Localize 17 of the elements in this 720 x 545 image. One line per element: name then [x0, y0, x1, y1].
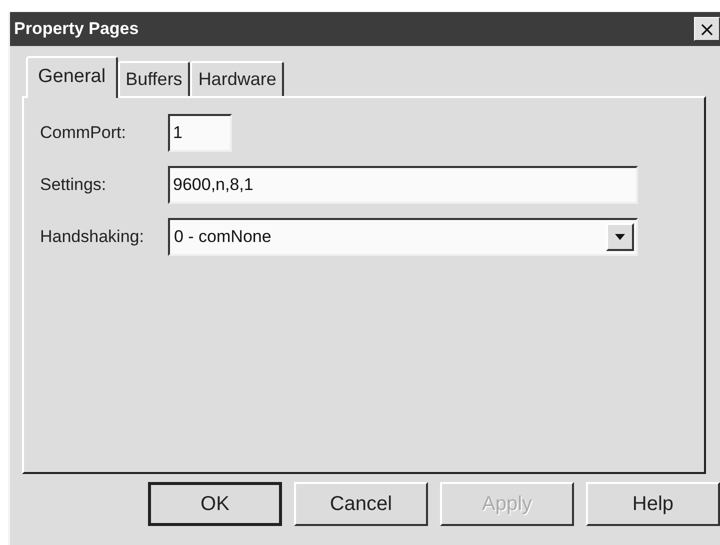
close-button[interactable]: ×: [694, 17, 720, 41]
text-field[interactable]: 1: [168, 114, 232, 152]
dialog-button[interactable]: Cancel: [294, 482, 428, 526]
field-label: Settings:: [40, 175, 108, 195]
tab[interactable]: Hardware: [190, 61, 284, 96]
tab[interactable]: Buffers: [118, 61, 190, 96]
dropdown[interactable]: 0 - comNone: [168, 218, 638, 256]
dialog-button[interactable]: OK: [148, 482, 282, 526]
dialog-button[interactable]: Help: [586, 482, 720, 526]
tab[interactable]: General: [26, 56, 118, 98]
dropdown-value: 0 - comNone: [174, 227, 272, 247]
field-label: CommPort:: [40, 123, 127, 143]
field-label: Handshaking:: [40, 227, 145, 247]
dropdown-arrow-button[interactable]: [606, 223, 634, 251]
window-title: Property Pages: [14, 19, 139, 39]
down-arrow-icon: [615, 234, 625, 240]
text-field[interactable]: 9600,n,8,1: [168, 166, 638, 204]
